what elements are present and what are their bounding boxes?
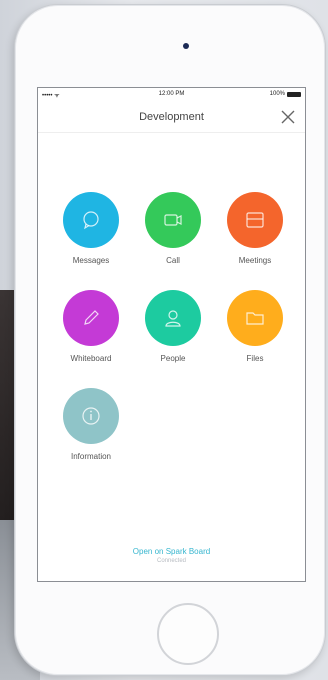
app-label: Files: [246, 354, 264, 363]
app-whiteboard[interactable]: Whiteboard: [51, 290, 131, 363]
video-icon: [164, 214, 182, 226]
battery-percent: 100%: [269, 91, 285, 97]
app-label: Meetings: [238, 256, 272, 265]
info-icon: [82, 407, 100, 425]
person-icon: [165, 310, 181, 327]
close-icon[interactable]: [279, 108, 297, 126]
status-bar: ••••• ᯤ 12:00 PM 100%: [38, 88, 305, 102]
open-on-board-link[interactable]: Open on Spark Board: [38, 547, 305, 556]
app-label: People: [160, 354, 186, 363]
app-label: Messages: [72, 256, 110, 265]
message-icon: [83, 211, 99, 230]
meetings-circle[interactable]: [227, 192, 283, 248]
home-button[interactable]: [157, 603, 219, 665]
footer: Open on Spark Board Connected: [38, 547, 305, 564]
whiteboard-circle[interactable]: [63, 290, 119, 346]
phone-screen: ••••• ᯤ 12:00 PM 100% Development Messag…: [37, 87, 306, 582]
call-circle[interactable]: [145, 192, 201, 248]
messages-circle[interactable]: [63, 192, 119, 248]
app-label: Whiteboard: [70, 354, 112, 363]
app-label: Call: [166, 256, 180, 265]
connection-status: Connected: [156, 558, 187, 564]
files-circle[interactable]: [227, 290, 283, 346]
status-time: 12:00 PM: [158, 91, 185, 97]
battery-icon: [287, 91, 301, 97]
app-meetings[interactable]: Meetings: [215, 192, 295, 265]
app-messages[interactable]: Messages: [51, 192, 131, 265]
app-files[interactable]: Files: [215, 290, 295, 363]
pencil-icon: [84, 310, 99, 325]
app-call[interactable]: Call: [133, 192, 213, 265]
folder-icon: [246, 312, 264, 325]
people-circle[interactable]: [145, 290, 201, 346]
app-label: Information: [70, 452, 112, 461]
page-title: Development: [139, 111, 204, 123]
nav-bar: Development: [38, 102, 305, 133]
calendar-icon: [246, 212, 264, 228]
information-circle[interactable]: [63, 388, 119, 444]
app-information[interactable]: Information: [51, 388, 131, 461]
camera-dot: [183, 43, 189, 49]
battery-indicator: 100%: [270, 91, 301, 97]
app-people[interactable]: People: [133, 290, 213, 363]
